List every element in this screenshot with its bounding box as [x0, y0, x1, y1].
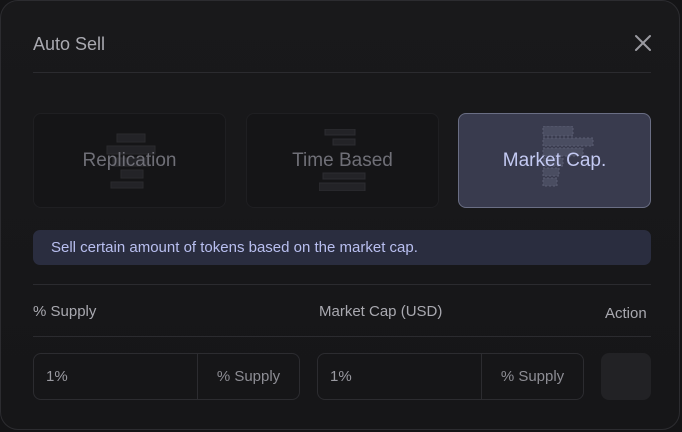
- supply-input[interactable]: 1%: [34, 354, 198, 399]
- auto-sell-modal: Auto Sell Replication Time Based Market …: [0, 0, 680, 430]
- header-market-cap: Market Cap (USD): [319, 303, 443, 320]
- mode-card-market-cap[interactable]: Market Cap.: [458, 113, 651, 208]
- market-cap-unit-label: % Supply: [500, 368, 565, 385]
- supply-unit-label: % Supply: [216, 368, 281, 385]
- mode-label-replication: Replication: [82, 149, 177, 171]
- header-action: Action: [605, 305, 647, 322]
- header-supply: % Supply: [33, 303, 97, 320]
- supply-input-group: 1% % Supply: [33, 353, 300, 400]
- market-cap-input[interactable]: 1%: [318, 354, 482, 399]
- market-cap-input-group: 1% % Supply: [317, 353, 584, 400]
- mode-description: Sell certain amount of tokens based on t…: [33, 230, 651, 265]
- mode-description-text: Sell certain amount of tokens based on t…: [51, 239, 418, 256]
- close-icon: [635, 35, 651, 51]
- mode-card-replication[interactable]: Replication: [33, 113, 226, 208]
- mode-label-time-based: Time Based: [292, 149, 393, 171]
- modal-title: Auto Sell: [33, 34, 106, 54]
- header-divider: [33, 72, 651, 73]
- mode-card-time-based[interactable]: Time Based: [246, 113, 439, 208]
- close-button[interactable]: [629, 29, 657, 57]
- mode-label-market-cap: Market Cap.: [502, 149, 607, 171]
- table-header-divider: [33, 336, 651, 337]
- row-action-button[interactable]: [601, 353, 651, 400]
- section-divider: [33, 284, 651, 285]
